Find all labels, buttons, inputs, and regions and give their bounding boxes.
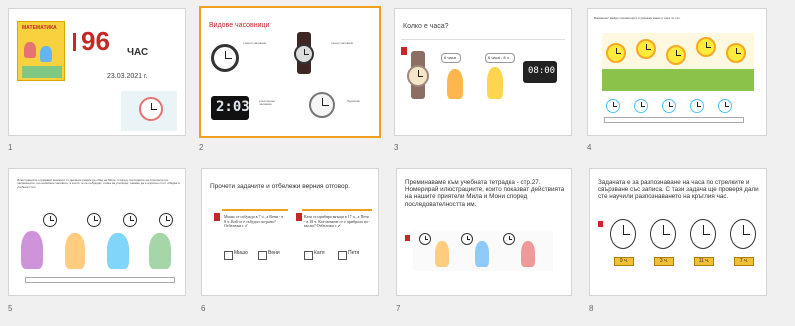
clock-face: [606, 99, 620, 113]
clock-face: [690, 99, 704, 113]
digital-clock-icon: 2:03: [211, 96, 250, 120]
clock-label-3: електронен часовник: [259, 99, 276, 107]
option-label: Петя: [348, 250, 360, 256]
red-tab: [405, 235, 410, 241]
bubble-1: 6 часа: [441, 53, 461, 63]
clock-face: [730, 219, 756, 249]
title-underline: [401, 39, 565, 40]
option-checkbox-petya[interactable]: [338, 251, 347, 260]
clock-face: [610, 219, 636, 249]
slide-title: Прочети задачите и отбележи верния отгов…: [210, 183, 351, 190]
slide-text: Внимание! Найди часовниците и разкажи ка…: [594, 16, 681, 20]
child-figure: [21, 231, 43, 269]
boy-figure: [487, 67, 503, 99]
park-scene: [602, 33, 754, 91]
workbook-illustration: [413, 231, 553, 271]
lesson-number: 96: [81, 26, 110, 56]
slide-text: Илюстрациите отразяват моменти от дневни…: [17, 178, 180, 189]
lesson-date: 23.03.2021 г.: [107, 73, 148, 80]
slide-title: Видове часовници: [209, 22, 270, 29]
child-figure: [65, 233, 85, 269]
slide-number-1: 1: [8, 143, 13, 152]
alarm-clock-image: [121, 91, 177, 131]
slide-text: Преминаваме към учебната тетрадка - стр.…: [405, 179, 565, 208]
red-tab: [214, 213, 220, 221]
slide-number-6: 6: [201, 304, 206, 313]
clock-label-4: будилник: [347, 99, 360, 103]
option-checkbox-mishо[interactable]: [224, 251, 233, 260]
child-figure: [149, 233, 171, 269]
clock-face: [650, 219, 676, 249]
answer-boxes: [604, 117, 744, 123]
girl-figure: [447, 69, 463, 99]
book-title: МАТЕМАТИКА: [22, 25, 57, 31]
clock-face: [690, 219, 716, 249]
clock-face: [123, 213, 137, 227]
slide-number-3: 3: [394, 143, 399, 152]
slide-thumb-2[interactable]: Видове часовници стенен часовник ръчен ч…: [199, 6, 381, 138]
slide-thumb-6[interactable]: Прочети задачите и отбележи верния отгов…: [201, 168, 379, 296]
option-label: Катя: [314, 250, 325, 256]
option-checkbox-veni[interactable]: [258, 251, 267, 260]
clock-face: [718, 99, 732, 113]
digital-clock-image: 08:00: [523, 61, 557, 83]
clock-label-2: ръчен часовник: [331, 41, 353, 45]
slide-number-7: 7: [396, 304, 401, 313]
slide-number-5: 5: [8, 304, 13, 313]
time-label: 7 ч.: [734, 257, 754, 266]
slide-thumb-7[interactable]: Преминаваме към учебната тетрадка - стр.…: [396, 168, 572, 296]
question-card-1: Мишо се събужда в 7 ч., а Вени - в 8 ч. …: [222, 209, 288, 245]
option-label: Мишо: [234, 250, 248, 256]
slide-number-4: 4: [587, 143, 592, 152]
option-checkbox-katya[interactable]: [304, 251, 313, 260]
question-card-2: Катя се прибира вкъщи в 17 ч., а Петя - …: [302, 209, 372, 245]
question-text-1: Мишо се събужда в 7 ч., а Вени - в 8 ч. …: [224, 214, 284, 229]
question-text-2: Катя се прибира вкъщи в 17 ч., а Петя - …: [304, 214, 370, 229]
slide-thumb-3[interactable]: Колко е часа? 6 часа 6 часа - 8 ч. 08:00: [394, 8, 572, 136]
red-tab: [598, 221, 603, 227]
time-label: 9 ч.: [614, 257, 634, 266]
option-label: Вени: [268, 250, 280, 256]
clock-face: [634, 99, 648, 113]
slide-thumb-1[interactable]: МАТЕМАТИКА 96 ЧАС 23.03.2021 г.: [8, 8, 186, 136]
slide-number-8: 8: [589, 304, 594, 313]
time-label: 11 ч.: [694, 257, 714, 266]
book-cover: МАТЕМАТИКА: [17, 21, 65, 81]
answer-boxes: [25, 277, 175, 283]
child-figure: [107, 233, 129, 269]
accent-bar: [73, 33, 76, 51]
watch-image: [407, 51, 429, 99]
lesson-word: ЧАС: [127, 47, 149, 58]
clock-face: [87, 213, 101, 227]
time-label: 3 ч.: [654, 257, 674, 266]
bubble-2: 6 часа - 8 ч.: [485, 53, 515, 63]
wristwatch-icon: [294, 32, 314, 74]
wall-clock-icon: [211, 44, 239, 72]
alarm-clock-icon: [309, 92, 335, 118]
clock-face: [662, 99, 676, 113]
slide-thumb-5[interactable]: Илюстрациите отразяват моменти от дневни…: [8, 168, 186, 296]
clock-face: [159, 213, 173, 227]
slide-text: Задачата е за разпознаване на часа по ст…: [598, 179, 759, 201]
slide-thumb-4[interactable]: Внимание! Найди часовниците и разкажи ка…: [587, 8, 767, 136]
clock-label-1: стенен часовник: [243, 41, 266, 45]
slide-number-2: 2: [199, 143, 204, 152]
red-tab: [401, 47, 407, 55]
slide-thumb-8[interactable]: Задачата е за разпознаване на часа по ст…: [589, 168, 767, 296]
slide-title: Колко е часа?: [403, 23, 449, 30]
clock-face: [43, 213, 57, 227]
